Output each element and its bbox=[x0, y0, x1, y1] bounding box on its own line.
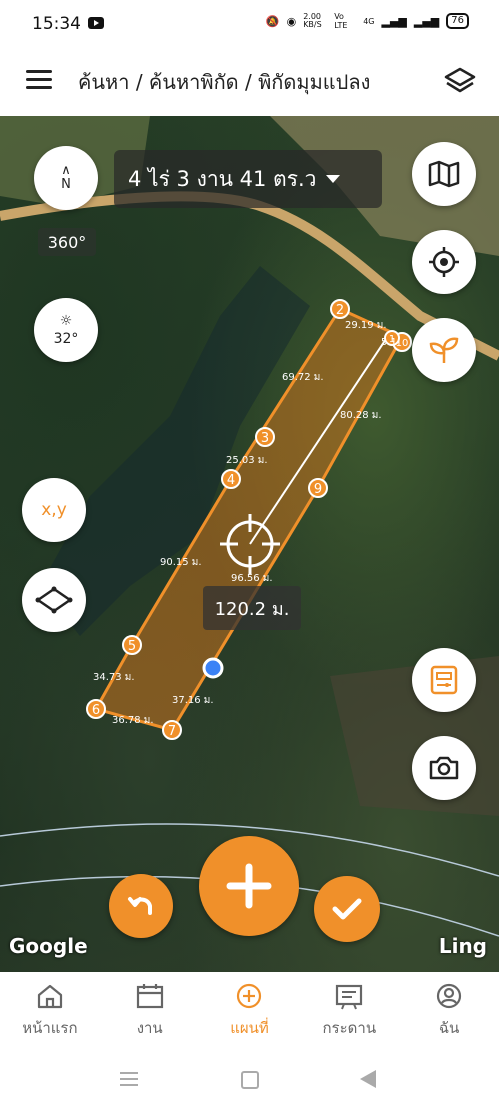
volte-label: Vo LTE bbox=[334, 12, 348, 30]
document-icon bbox=[430, 665, 458, 695]
vertex-4[interactable]: 4 bbox=[221, 469, 241, 489]
undo-button[interactable] bbox=[109, 874, 173, 938]
area-dropdown[interactable]: 4 ไร่ 3 งาน 41 ตร.ว bbox=[114, 150, 382, 208]
nav-board-label: กระดาน bbox=[322, 1019, 377, 1037]
status-time: 15:34 bbox=[32, 14, 81, 34]
svg-text:4: 4 bbox=[227, 473, 235, 488]
vertex-7[interactable]: 7 bbox=[162, 720, 182, 740]
nav-jobs-label: งาน bbox=[136, 1019, 163, 1037]
add-point-button[interactable] bbox=[199, 836, 299, 936]
plant-button[interactable] bbox=[412, 318, 476, 382]
chevron-up-icon: ∧ bbox=[61, 163, 71, 178]
vertex-9[interactable]: 9 bbox=[308, 478, 328, 498]
layers-icon[interactable] bbox=[443, 66, 477, 100]
google-logo: Google bbox=[9, 934, 88, 958]
board-icon bbox=[336, 984, 363, 1010]
calendar-icon bbox=[136, 984, 163, 1009]
chevron-down-icon bbox=[326, 175, 341, 183]
rotation-label: 360° bbox=[38, 228, 96, 256]
home-button-icon[interactable] bbox=[241, 1071, 259, 1089]
weather-button[interactable]: ☼ 32° bbox=[34, 298, 98, 362]
signal-icon-2: ▂▄▆ bbox=[413, 14, 440, 28]
signal-4g-label: 4G bbox=[363, 16, 375, 26]
camera-icon bbox=[429, 756, 459, 780]
coordinate-label: x,y bbox=[41, 500, 67, 520]
nav-home[interactable]: หน้าแรก bbox=[0, 972, 100, 1052]
network-speed: 2.00 KB/S bbox=[303, 12, 322, 29]
compass-label: N bbox=[61, 177, 71, 192]
svg-text:3: 3 bbox=[261, 431, 269, 446]
nav-jobs[interactable]: งาน bbox=[100, 972, 200, 1052]
home-icon bbox=[37, 984, 62, 1009]
svg-text:6: 6 bbox=[92, 703, 100, 718]
segment-label: 96.56 ม. bbox=[231, 573, 273, 584]
current-location-dot bbox=[202, 657, 224, 679]
diamond-shape-icon bbox=[35, 586, 73, 614]
mute-icon: 🔕 bbox=[265, 14, 280, 28]
vertex-5[interactable]: 5 bbox=[122, 635, 142, 655]
battery-icon: 76 bbox=[446, 13, 469, 29]
status-bar: 15:34 🔕 ◉ 2.00 KB/S Vo LTE 4G ▂▄▆ ▂▄▆ 76 bbox=[0, 0, 499, 48]
segment-label: 37.16 ม. bbox=[172, 695, 214, 706]
plus-icon bbox=[226, 863, 272, 909]
vertex-3[interactable]: 3 bbox=[255, 427, 275, 447]
segment-label: 5.1 bbox=[381, 337, 397, 348]
nav-board[interactable]: กระดาน bbox=[299, 972, 399, 1052]
vertex-6[interactable]: 6 bbox=[86, 699, 106, 719]
sun-icon: ☼ bbox=[59, 313, 73, 329]
check-icon bbox=[332, 898, 362, 920]
compass-button[interactable]: ∧ N bbox=[34, 146, 98, 210]
nav-me-label: ฉัน bbox=[438, 1019, 460, 1037]
plot-shape-button[interactable] bbox=[22, 568, 86, 632]
undo-icon bbox=[128, 897, 152, 915]
plus-circle-icon bbox=[237, 983, 262, 1009]
recent-apps-icon[interactable] bbox=[120, 1072, 138, 1086]
breadcrumb: ค้นหา / ค้นหาพิกัด / พิกัดมุมแปลง bbox=[78, 70, 371, 94]
location-icon: ◉ bbox=[286, 14, 297, 28]
segment-label: 90.15 ม. bbox=[160, 557, 202, 568]
vertex-2[interactable]: 2 bbox=[330, 299, 350, 319]
app-bar: ค้นหา / ค้นหาพิกัด / พิกัดมุมแปลง bbox=[0, 48, 499, 116]
confirm-button[interactable] bbox=[314, 876, 380, 942]
nav-me[interactable]: ฉัน bbox=[399, 972, 499, 1052]
segment-label: 34.73 ม. bbox=[93, 672, 135, 683]
target-icon bbox=[429, 247, 459, 277]
system-nav bbox=[0, 1052, 499, 1110]
temperature-label: 32° bbox=[53, 331, 79, 347]
back-icon[interactable] bbox=[360, 1070, 376, 1088]
nav-map[interactable]: แผนที่ bbox=[200, 972, 300, 1052]
map-view[interactable]: 2 3 4 5 6 7 9 10 1 29.19 ม. 5.1 69.72 ม.… bbox=[0, 116, 499, 972]
segment-label: 36.78 ม. bbox=[112, 715, 154, 726]
menu-icon[interactable] bbox=[26, 70, 52, 90]
ling-logo: Ling bbox=[438, 934, 487, 958]
bottom-nav: หน้าแรก งาน แผนที่ กระดาน ฉัน bbox=[0, 972, 499, 1052]
segment-label: 80.28 ม. bbox=[340, 410, 382, 421]
user-icon bbox=[436, 983, 462, 1009]
svg-text:9: 9 bbox=[314, 482, 322, 497]
locate-button[interactable] bbox=[412, 230, 476, 294]
segment-label: 25.03 ม. bbox=[226, 455, 268, 466]
coordinate-button[interactable]: x,y bbox=[22, 478, 86, 542]
segment-label: 69.72 ม. bbox=[282, 372, 324, 383]
distance-label: 120.2 ม. bbox=[203, 586, 301, 630]
area-label: 4 ไร่ 3 งาน 41 ตร.ว bbox=[128, 166, 317, 191]
camera-button[interactable] bbox=[412, 736, 476, 800]
svg-text:7: 7 bbox=[168, 724, 176, 739]
map-icon bbox=[428, 160, 460, 188]
nav-home-label: หน้าแรก bbox=[22, 1019, 78, 1037]
svg-text:2: 2 bbox=[336, 303, 344, 318]
svg-text:5: 5 bbox=[128, 639, 136, 654]
nav-map-label: แผนที่ bbox=[230, 1019, 269, 1037]
signal-icon: ▂▄▆ bbox=[381, 14, 407, 28]
segment-label: 29.19 ม. bbox=[345, 320, 387, 331]
youtube-icon bbox=[88, 17, 104, 29]
map-type-button[interactable] bbox=[412, 142, 476, 206]
sprout-icon bbox=[429, 337, 459, 363]
report-button[interactable] bbox=[412, 648, 476, 712]
